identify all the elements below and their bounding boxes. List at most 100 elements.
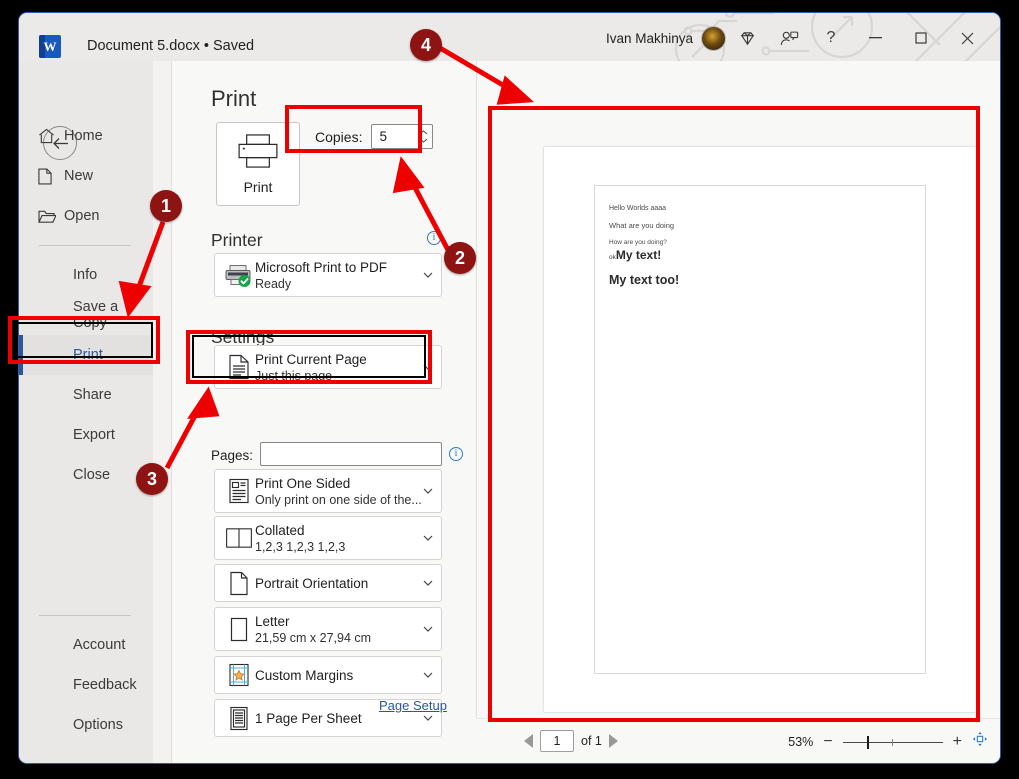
title-bar: W Document 5.docx • Saved Ivan Makhinya — [19, 13, 1000, 61]
doc-line: What are you doing — [609, 221, 675, 230]
paper-size-subtitle: 21,59 cm x 27,94 cm — [255, 630, 372, 645]
home-icon — [38, 128, 62, 144]
next-page-icon[interactable] — [608, 734, 618, 748]
avatar[interactable] — [701, 25, 726, 51]
chevron-down-icon[interactable] — [421, 580, 435, 586]
paper-size-combobox[interactable]: Letter 21,59 cm x 27,94 cm — [214, 607, 442, 651]
print-button[interactable]: Print — [216, 122, 300, 206]
margins-title: Custom Margins — [255, 667, 354, 683]
sidebar-item-print[interactable]: Print — [19, 335, 153, 375]
paper-size-text: Letter 21,59 cm x 27,94 cm — [255, 614, 421, 645]
printer-info-icon[interactable]: i — [427, 231, 441, 245]
doc-line-mixed: okMy text! — [609, 248, 919, 262]
account-name: Ivan Makhinya — [605, 30, 693, 46]
collation-combobox[interactable]: Collated 1,2,3 1,2,3 1,2,3 — [214, 516, 442, 560]
spinner-up-icon — [420, 130, 428, 135]
zoom-in-button[interactable]: + — [953, 733, 962, 749]
sidebar-item-new[interactable]: New — [19, 156, 153, 196]
sidebar-item-label: Close — [73, 467, 111, 483]
sidebar-divider — [39, 245, 131, 246]
backstage-sidebar: Home New Open Info Save a Copy Print Sha… — [19, 61, 153, 763]
orientation-combobox[interactable]: Portrait Orientation — [214, 564, 442, 602]
new-document-icon — [38, 167, 62, 185]
zoom-slider[interactable] — [842, 735, 943, 749]
chevron-down-icon[interactable] — [421, 715, 435, 721]
sidebar-item-feedback[interactable]: Feedback — [19, 665, 153, 705]
printer-status: Ready — [255, 276, 292, 291]
page-count-label: of 1 — [581, 734, 602, 748]
print-settings-pane: Print Print Copies: 5 Printer i Microsof… — [171, 61, 561, 763]
doc-line: My text too! — [609, 273, 680, 287]
sidebar-item-label: Open — [64, 208, 100, 224]
copies-stepper[interactable]: 5 — [371, 124, 434, 149]
sidebar-item-options[interactable]: Options — [19, 705, 153, 745]
pages-info-icon[interactable]: i — [449, 447, 463, 461]
printer-ready-icon — [223, 263, 255, 287]
sidebar-item-open[interactable]: Open — [19, 196, 153, 236]
sidebar-nav: Home New Open Info Save a Copy Print Sha… — [19, 116, 153, 495]
sidebar-item-account[interactable]: Account — [19, 625, 153, 665]
copies-value[interactable]: 5 — [372, 129, 387, 144]
zoom-percent-label[interactable]: 53% — [788, 735, 813, 749]
zoom-slider-thumb[interactable] — [866, 735, 869, 749]
doc-line: Hello Worlds aaaa — [609, 205, 667, 212]
sidebar-item-export[interactable]: Export — [19, 415, 153, 455]
open-folder-icon — [38, 209, 62, 224]
current-page-input[interactable]: 1 — [540, 730, 574, 752]
chevron-down-icon[interactable] — [421, 488, 435, 494]
diamond-icon[interactable] — [726, 24, 768, 52]
printer-combobox-text: Microsoft Print to PDF Ready — [255, 260, 421, 291]
zoom-out-button[interactable]: − — [823, 733, 832, 749]
margins-icon — [223, 663, 255, 687]
sidebar-item-label: Save a Copy — [73, 299, 119, 331]
zoom-slider-tick — [891, 738, 893, 746]
sidebar-item-home[interactable]: Home — [19, 116, 153, 156]
sidebar-item-label: Info — [73, 267, 98, 283]
page-setup-link[interactable]: Page Setup — [379, 698, 447, 713]
previous-page-icon[interactable] — [524, 734, 533, 748]
sidebar-item-close[interactable]: Close — [19, 455, 153, 495]
duplex-combobox[interactable]: Print One Sided Only print on one side o… — [214, 469, 442, 513]
print-range-combobox[interactable]: Print Current Page Just this page — [214, 345, 442, 389]
chevron-down-icon[interactable] — [421, 535, 435, 541]
sidebar-item-label: Share — [73, 387, 112, 403]
sidebar-item-save-a-copy[interactable]: Save a Copy — [19, 295, 153, 335]
zoom-to-page-icon[interactable] — [972, 731, 988, 752]
sidebar-item-info[interactable]: Info — [19, 255, 153, 295]
maximize-button[interactable] — [898, 23, 944, 53]
sidebar-item-label: New — [64, 168, 94, 184]
chevron-down-icon[interactable] — [421, 272, 435, 278]
chevron-down-icon[interactable] — [421, 672, 435, 678]
collated-icon — [223, 527, 255, 549]
sidebar-item-share[interactable]: Share — [19, 375, 153, 415]
duplex-subtitle: Only print on one side of the... — [255, 492, 421, 507]
sidebar-item-label: Print — [73, 347, 103, 363]
printer-combobox[interactable]: Microsoft Print to PDF Ready — [214, 253, 442, 297]
document-page-icon — [223, 354, 255, 380]
help-icon[interactable]: ? — [810, 24, 852, 52]
chevron-down-icon[interactable] — [421, 364, 435, 370]
copies-spinner-arrows[interactable] — [419, 127, 428, 146]
page-navigation: 1 of 1 — [524, 730, 618, 752]
spinner-down-icon — [420, 138, 428, 143]
duplex-title: Print One Sided — [255, 475, 351, 491]
page-title: Print — [211, 86, 257, 111]
share-person-icon[interactable] — [768, 24, 810, 52]
margins-text: Custom Margins — [255, 668, 421, 683]
printer-section-heading: Printer — [211, 230, 263, 250]
preview-page: Hello Worlds aaaa What are you doing How… — [544, 147, 976, 712]
portrait-icon — [223, 571, 255, 596]
sidebar-item-label: Account — [73, 637, 126, 653]
close-button[interactable] — [944, 23, 990, 53]
pages-input[interactable] — [260, 442, 442, 466]
margins-combobox[interactable]: Custom Margins — [214, 656, 442, 694]
word-app-icon: W — [39, 35, 61, 58]
minimize-button[interactable] — [852, 23, 898, 53]
chevron-down-icon[interactable] — [421, 626, 435, 632]
sidebar-item-label: Export — [73, 427, 115, 443]
pages-label: Pages: — [211, 448, 254, 463]
print-range-title: Print Current Page — [255, 351, 367, 367]
document-title: Document 5.docx • Saved — [87, 38, 255, 54]
copies-label: Copies: — [315, 128, 363, 145]
duplex-text: Print One Sided Only print on one side o… — [255, 476, 421, 507]
